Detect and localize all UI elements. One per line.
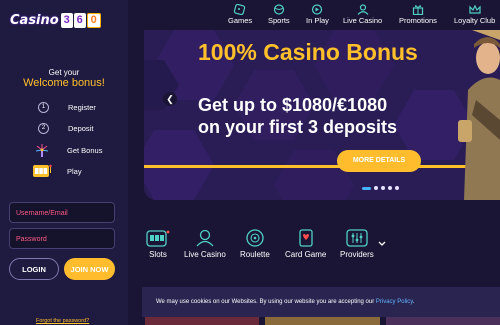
nav-label: Games: [228, 16, 253, 25]
play-icon: [312, 4, 323, 15]
category-label: Slots: [149, 250, 167, 259]
category-card-game[interactable]: Card Game: [285, 229, 326, 259]
chevron-down-icon[interactable]: [378, 241, 386, 250]
explorer-character-image: [458, 30, 500, 200]
more-details-button[interactable]: MORE DETAILS: [337, 150, 421, 172]
ball-icon: [273, 4, 284, 15]
dealer-icon: [196, 229, 214, 247]
username-field[interactable]: Username/Email: [9, 202, 115, 223]
welcome-line2: Welcome bonus!: [23, 77, 105, 89]
step-label: Register: [68, 103, 96, 112]
category-providers[interactable]: Providers: [340, 229, 374, 259]
banner-subtitle-line2: on your first 3 deposits: [198, 117, 398, 137]
password-field[interactable]: Password: [9, 228, 115, 249]
nav-games[interactable]: Games: [228, 4, 252, 25]
game-thumbnail[interactable]: [265, 317, 380, 325]
login-button[interactable]: LOGIN: [9, 258, 59, 280]
nav-label: Live Casino: [343, 16, 383, 25]
logo-digit: 3: [60, 12, 73, 28]
logo-digit: 0: [86, 12, 101, 28]
carousel-dot[interactable]: [395, 186, 399, 190]
gift-icon: [412, 5, 424, 15]
logo-digits: 3 6 0: [60, 12, 101, 28]
crown-icon: [469, 4, 481, 14]
privacy-policy-link[interactable]: Privacy Policy: [376, 299, 413, 305]
category-label: Live Casino: [184, 250, 226, 259]
cookie-text: We may use cookies on our Websites. By u…: [156, 299, 376, 305]
providers-icon: [346, 229, 368, 247]
join-now-button[interactable]: JOIN NOW: [64, 258, 115, 280]
forgot-password-link[interactable]: Forgot the password?: [36, 318, 89, 324]
nav-label: Loyalty Club: [454, 16, 496, 25]
category-live-casino[interactable]: Live Casino: [184, 229, 226, 259]
nav-loyalty-club[interactable]: Loyalty Club: [454, 4, 495, 25]
fireworks-icon: [32, 143, 52, 157]
step-label: Deposit: [68, 124, 94, 133]
cookie-end: .: [412, 299, 415, 305]
nav-promotions[interactable]: Promotions: [399, 4, 437, 25]
game-thumbnail[interactable]: [145, 317, 260, 325]
game-thumbnails: [145, 317, 500, 325]
banner-subtitle: Get up to $1080/€1080 on your first 3 de…: [198, 94, 397, 138]
carousel-dot[interactable]: [381, 186, 385, 190]
carousel-dot[interactable]: [374, 186, 378, 190]
carousel-dot-active[interactable]: [362, 186, 371, 190]
welcome-line1: Get your: [48, 68, 80, 77]
carousel-dot[interactable]: [388, 186, 392, 190]
sidebar: Casino 3 6 0 Get your Welcome bonus! 1 R…: [0, 0, 128, 325]
card-icon: [299, 229, 313, 247]
step-play: Play: [33, 164, 82, 178]
step-register: 1 Register: [38, 102, 96, 113]
promo-banner: 100% Casino Bonus Get up to $1080/€1080 …: [144, 30, 500, 200]
category-bar: Slots Live Casino Roulette Card Game Pro…: [128, 217, 500, 267]
category-slots[interactable]: Slots: [146, 229, 170, 259]
logo-word: Casino: [10, 12, 59, 28]
casino360-logo[interactable]: Casino 3 6 0: [10, 9, 101, 31]
step-get-bonus: Get Bonus: [35, 143, 103, 157]
slot-machine-icon: [146, 230, 170, 247]
category-label: Roulette: [240, 250, 270, 259]
category-label: Providers: [340, 250, 374, 259]
carousel-dots: [362, 186, 399, 190]
banner-title: 100% Casino Bonus: [198, 39, 418, 65]
nav-in-play[interactable]: In Play: [306, 4, 329, 25]
banner-subtitle-line1: Get up to $1080/€1080: [198, 95, 388, 115]
step-number: 1: [38, 102, 49, 113]
category-label: Card Game: [285, 250, 327, 259]
step-label: Play: [67, 166, 82, 176]
carousel-prev-button[interactable]: ❮: [163, 92, 177, 106]
roulette-icon: [246, 229, 264, 247]
banner-divider: [144, 165, 484, 168]
nav-live-casino[interactable]: Live Casino: [343, 4, 382, 25]
slot-machine-icon: [32, 164, 52, 178]
top-navigation: Games Sports In Play Live Casino Promoti…: [128, 0, 500, 32]
dice-icon: [233, 4, 246, 15]
game-thumbnail[interactable]: [385, 317, 500, 325]
logo-digit: 6: [73, 12, 86, 28]
category-roulette[interactable]: Roulette: [240, 229, 270, 259]
step-number: 2: [38, 123, 49, 134]
step-label: Get Bonus: [67, 145, 103, 155]
nav-label: Promotions: [399, 16, 437, 25]
nav-label: In Play: [306, 16, 329, 25]
cookie-notice: We may use cookies on our Websites. By u…: [142, 287, 500, 317]
dealer-icon: [357, 4, 369, 15]
nav-sports[interactable]: Sports: [268, 4, 290, 25]
nav-label: Sports: [268, 16, 290, 25]
step-deposit: 2 Deposit: [38, 123, 93, 134]
